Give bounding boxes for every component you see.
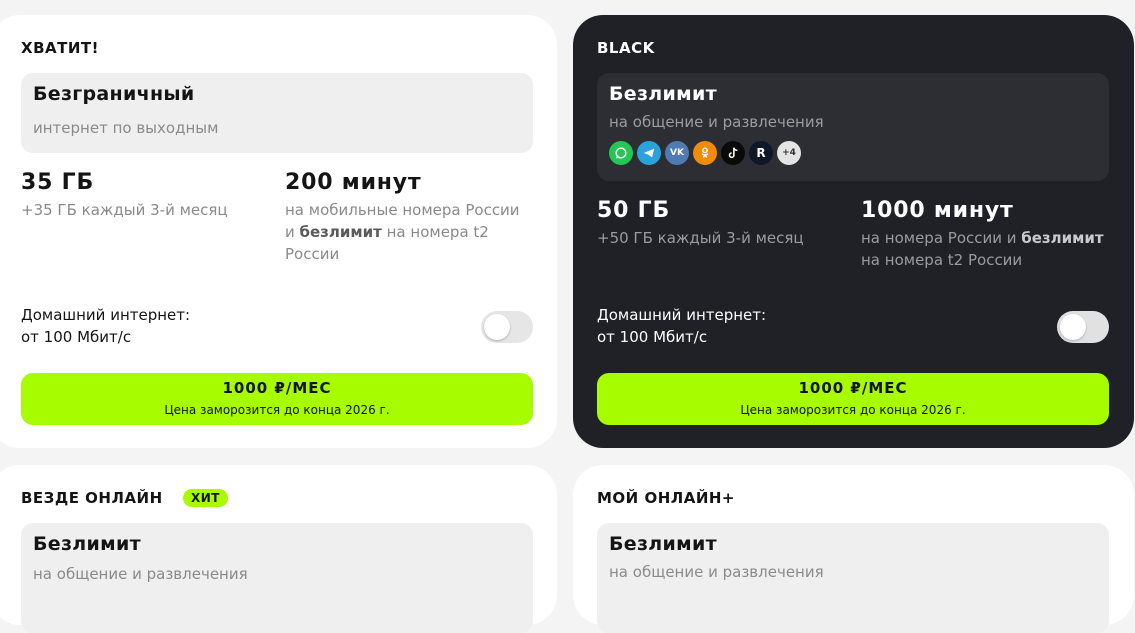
price-button[interactable]: 1000 ₽/МЕС Цена заморозится до конца 202…	[21, 373, 533, 425]
minutes-note-text: на номера t2	[381, 223, 489, 241]
home-internet-line: Домашний интернет:	[21, 306, 191, 324]
whatsapp-icon	[609, 141, 633, 165]
feature-subtitle: на общение и развлечения	[33, 565, 248, 583]
price-freeze-note: Цена заморозится до конца 2026 г.	[164, 403, 390, 417]
home-internet-toggle[interactable]	[1057, 311, 1109, 343]
feature-subtitle: на общение и развлечения	[609, 113, 824, 131]
tariff-card-moy-online-plus[interactable]: Мой онлайн+ Безлимит на общение и развле…	[573, 465, 1134, 633]
feature-subtitle: интернет по выходным	[33, 119, 219, 137]
app-icons-row: VK R +4	[609, 141, 801, 165]
minutes-amount: 200 минут	[285, 170, 422, 195]
feature-box: Безлимит на общение и развлечения	[597, 523, 1109, 633]
data-amount: 50 ГБ	[597, 198, 671, 223]
home-internet-speed: от 100 Мбит/с	[21, 328, 132, 346]
home-internet-line: Домашний интернет:	[597, 306, 767, 324]
feature-title: Безлимит	[609, 83, 717, 105]
page-top-strip	[0, 0, 1135, 14]
rutube-icon: R	[749, 141, 773, 165]
tiktok-icon	[721, 141, 745, 165]
minutes-amount: 1000 минут	[861, 198, 1014, 223]
home-internet-speed: от 100 Мбит/с	[597, 328, 708, 346]
more-apps-badge: +4	[777, 141, 801, 165]
feature-title: Безлимит	[609, 533, 717, 555]
tariff-card-vezde-online[interactable]: Везде онлайн ХИТ Безлимит на общение и р…	[0, 465, 557, 633]
data-bonus-note: +35 ГБ каждый 3-й месяц	[21, 201, 228, 219]
price-label: 1000 ₽/МЕС	[798, 379, 908, 397]
feature-title: Безлимит	[33, 533, 141, 555]
price-button[interactable]: 1000 ₽/МЕС Цена заморозится до конца 202…	[597, 373, 1109, 425]
telegram-icon	[637, 141, 661, 165]
minutes-note-text: и	[285, 223, 300, 241]
price-freeze-note: Цена заморозится до конца 2026 г.	[740, 403, 966, 417]
minutes-note-line: на номера t2 России	[861, 251, 1023, 269]
minutes-note-text: на номера России и	[861, 229, 1022, 247]
minutes-note-bold: безлимит	[299, 223, 382, 241]
tariff-card-black[interactable]: Black Безлимит на общение и развлечения …	[573, 15, 1134, 448]
tariff-title: Мой онлайн+	[597, 489, 736, 507]
vk-icon: VK	[665, 141, 689, 165]
feature-box: Безграничный интернет по выходным	[21, 73, 533, 153]
minutes-note-line: на мобильные номера России	[285, 201, 520, 219]
ok-icon	[693, 141, 717, 165]
tariff-card-hvatit[interactable]: Хватит! Безграничный интернет по выходны…	[0, 15, 557, 448]
feature-box: Безлимит на общение и развлечения	[21, 523, 533, 633]
minutes-note: на мобильные номера России и безлимит на…	[285, 199, 535, 265]
price-label: 1000 ₽/МЕС	[222, 379, 332, 397]
data-amount: 35 ГБ	[21, 170, 95, 195]
tariff-title: Black	[597, 39, 655, 57]
minutes-note-line: России	[285, 245, 340, 263]
tariff-title: Хватит!	[21, 39, 99, 57]
feature-title: Безграничный	[33, 83, 195, 105]
feature-box: Безлимит на общение и развлечения VK R +…	[597, 73, 1109, 181]
tariff-title: Везде онлайн	[21, 489, 163, 507]
hit-badge: ХИТ	[183, 489, 228, 507]
home-internet-label: Домашний интернет: от 100 Мбит/с	[21, 304, 190, 348]
home-internet-toggle[interactable]	[481, 311, 533, 343]
feature-subtitle: на общение и развлечения	[609, 563, 824, 581]
data-bonus-note: +50 ГБ каждый 3-й месяц	[597, 229, 804, 247]
minutes-note: на номера России и безлимит на номера t2…	[861, 227, 1121, 271]
home-internet-label: Домашний интернет: от 100 Мбит/с	[597, 304, 766, 348]
minutes-note-bold: безлимит	[1021, 229, 1104, 247]
